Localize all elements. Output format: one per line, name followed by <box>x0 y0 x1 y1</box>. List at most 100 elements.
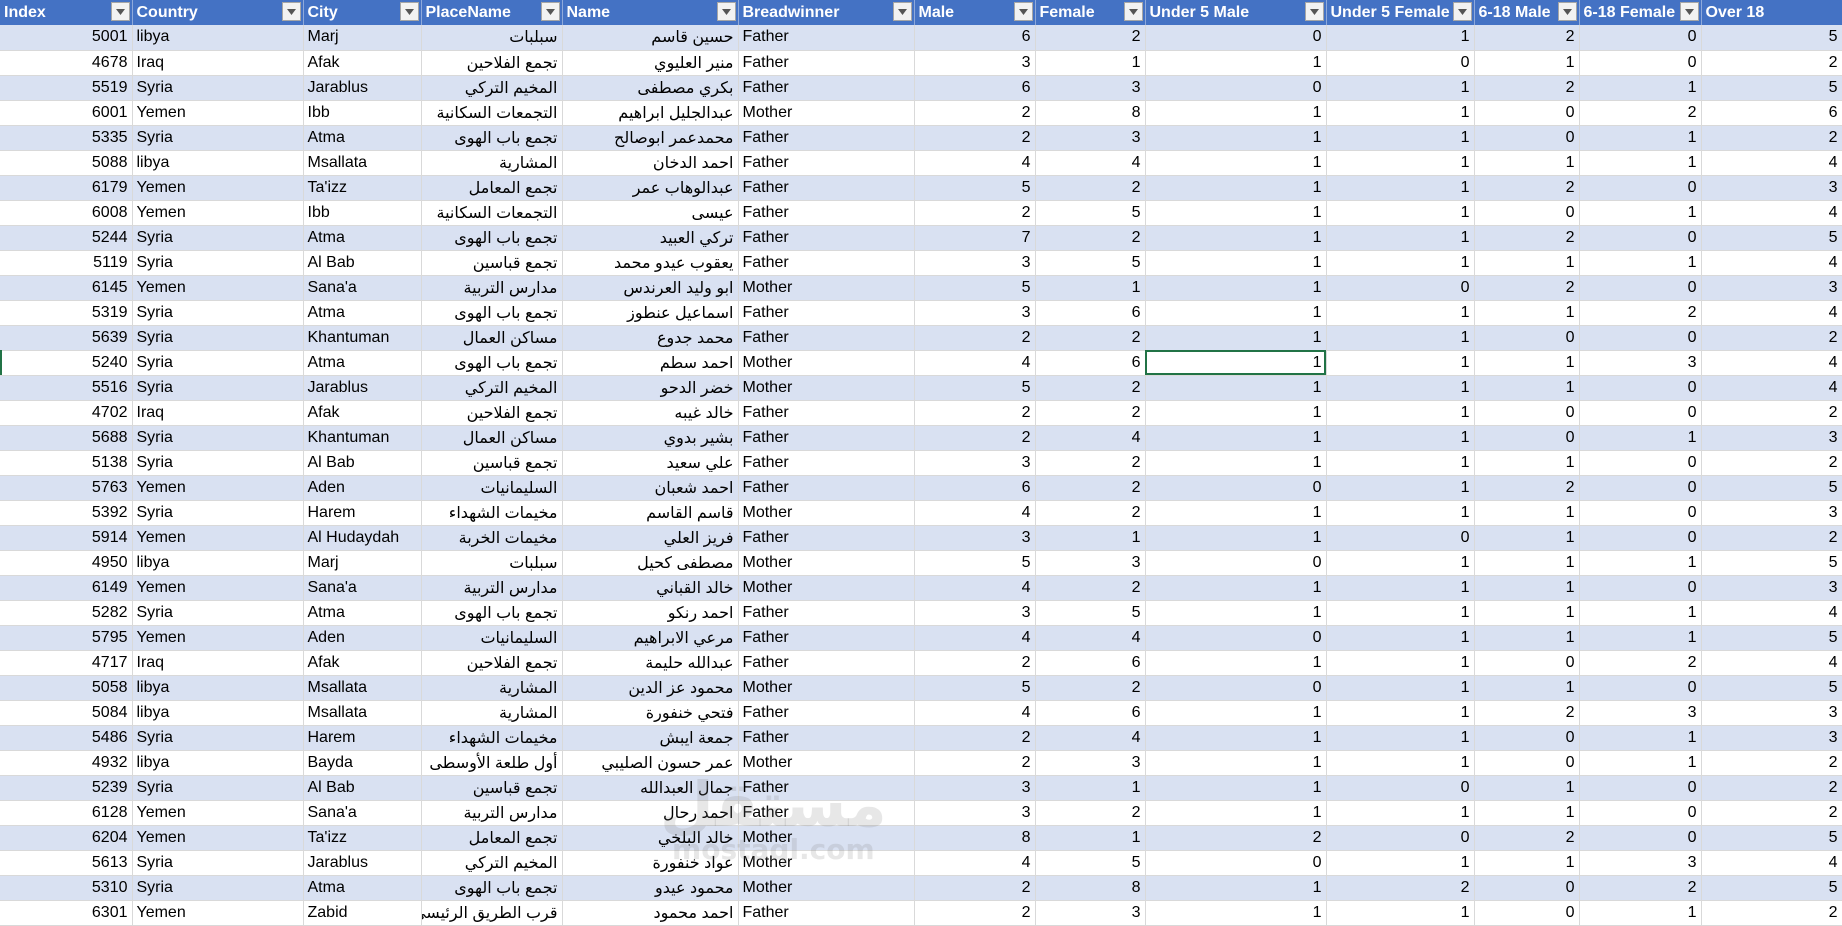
cell-city[interactable]: Afak <box>303 650 422 676</box>
table-row[interactable]: 5119 Syria Al Bab تجمع قباسين يعقوب عيدو محم… <box>0 250 1842 276</box>
cell-index[interactable]: 5058 <box>0 675 133 701</box>
cell-placename[interactable]: تجمع باب الهوى <box>421 300 563 326</box>
cell-male[interactable]: 4 <box>914 150 1036 176</box>
cell-country[interactable]: Yemen <box>132 900 304 926</box>
cell-name[interactable]: حسين قاسم <box>562 25 739 51</box>
cell-index[interactable]: 5240 <box>0 350 133 376</box>
cell-country[interactable]: Syria <box>132 875 304 901</box>
column-header[interactable]: Female <box>1035 0 1146 25</box>
cell-city[interactable]: Sana'a <box>303 575 422 601</box>
cell-over-18[interactable]: 5 <box>1701 25 1842 51</box>
cell-city[interactable]: Sana'a <box>303 275 422 301</box>
table-row[interactable]: 5319 Syria Atma تجمع باب الهوى اسماعيل عنطوز… <box>0 300 1842 326</box>
cell-country[interactable]: Yemen <box>132 275 304 301</box>
cell-6-18-male[interactable]: 1 <box>1474 450 1580 476</box>
table-row[interactable]: 5486 Syria Harem مخيمات الشهداء جمعة ايبش Fat… <box>0 725 1842 751</box>
cell-breadwinner[interactable]: Father <box>738 150 915 176</box>
cell-over-18[interactable]: 3 <box>1701 425 1842 451</box>
cell-female[interactable]: 2 <box>1035 225 1146 251</box>
cell-city[interactable]: Sana'a <box>303 800 422 826</box>
cell-over-18[interactable]: 4 <box>1701 300 1842 326</box>
cell-breadwinner[interactable]: Mother <box>738 500 915 526</box>
cell-male[interactable]: 2 <box>914 425 1036 451</box>
cell-6-18-female[interactable]: 3 <box>1579 700 1702 726</box>
cell-under-5-female[interactable]: 1 <box>1326 700 1475 726</box>
cell-female[interactable]: 6 <box>1035 650 1146 676</box>
table-row[interactable]: 5240 Syria Atma تجمع باب الهوى احمد سطم Mothe… <box>0 350 1842 376</box>
cell-over-18[interactable]: 3 <box>1701 575 1842 601</box>
cell-over-18[interactable]: 4 <box>1701 200 1842 226</box>
cell-country[interactable]: Syria <box>132 850 304 876</box>
cell-6-18-male[interactable]: 1 <box>1474 300 1580 326</box>
cell-under-5-female[interactable]: 1 <box>1326 225 1475 251</box>
cell-under-5-female[interactable]: 1 <box>1326 250 1475 276</box>
cell-breadwinner[interactable]: Father <box>738 650 915 676</box>
cell-placename[interactable]: تجمع باب الهوى <box>421 225 563 251</box>
cell-6-18-female[interactable]: 0 <box>1579 475 1702 501</box>
cell-under-5-female[interactable]: 1 <box>1326 475 1475 501</box>
cell-index[interactable]: 6128 <box>0 800 133 826</box>
cell-6-18-male[interactable]: 1 <box>1474 375 1580 401</box>
cell-under-5-female[interactable]: 1 <box>1326 125 1475 151</box>
cell-placename[interactable]: تجمع الفلاحين <box>421 50 563 76</box>
cell-female[interactable]: 6 <box>1035 350 1146 376</box>
cell-over-18[interactable]: 2 <box>1701 775 1842 801</box>
cell-under-5-male[interactable]: 1 <box>1145 700 1327 726</box>
table-row[interactable]: 5282 Syria Atma تجمع باب الهوى احمد رنكو Fath… <box>0 600 1842 626</box>
cell-placename[interactable]: السليمانيات <box>421 475 563 501</box>
cell-under-5-male[interactable]: 1 <box>1145 50 1327 76</box>
cell-city[interactable]: Khantuman <box>303 425 422 451</box>
cell-over-18[interactable]: 3 <box>1701 500 1842 526</box>
cell-over-18[interactable]: 2 <box>1701 325 1842 351</box>
cell-6-18-male[interactable]: 0 <box>1474 325 1580 351</box>
cell-6-18-male[interactable]: 2 <box>1474 225 1580 251</box>
cell-under-5-male[interactable]: 1 <box>1145 225 1327 251</box>
cell-placename[interactable]: تجمع المعامل <box>421 825 563 851</box>
cell-breadwinner[interactable]: Mother <box>738 100 915 126</box>
cell-breadwinner[interactable]: Father <box>738 625 915 651</box>
cell-over-18[interactable]: 3 <box>1701 700 1842 726</box>
cell-under-5-male[interactable]: 1 <box>1145 125 1327 151</box>
cell-name[interactable]: فريز العلي <box>562 525 739 551</box>
table-row[interactable]: 5239 Syria Al Bab تجمع قباسين جمال العبدالله… <box>0 775 1842 801</box>
cell-male[interactable]: 2 <box>914 200 1036 226</box>
cell-6-18-male[interactable]: 2 <box>1474 475 1580 501</box>
cell-city[interactable]: Msallata <box>303 675 422 701</box>
cell-placename[interactable]: مساكن العمال <box>421 425 563 451</box>
cell-female[interactable]: 6 <box>1035 700 1146 726</box>
cell-under-5-male[interactable]: 1 <box>1145 300 1327 326</box>
cell-6-18-female[interactable]: 1 <box>1579 125 1702 151</box>
table-row[interactable]: 4678 Iraq Afak تجمع الفلاحين منير العليوي Fat… <box>0 50 1842 76</box>
cell-placename[interactable]: مدارس التربية <box>421 575 563 601</box>
cell-6-18-female[interactable]: 0 <box>1579 450 1702 476</box>
cell-name[interactable]: محمود عز الدين <box>562 675 739 701</box>
cell-male[interactable]: 2 <box>914 750 1036 776</box>
cell-under-5-female[interactable]: 1 <box>1326 150 1475 176</box>
cell-6-18-male[interactable]: 1 <box>1474 850 1580 876</box>
cell-6-18-male[interactable]: 1 <box>1474 800 1580 826</box>
cell-male[interactable]: 2 <box>914 650 1036 676</box>
cell-6-18-female[interactable]: 0 <box>1579 575 1702 601</box>
table-row[interactable]: 5088 libya Msallata المشارية احمد الدخان Fath… <box>0 150 1842 176</box>
cell-6-18-female[interactable]: 2 <box>1579 650 1702 676</box>
cell-6-18-female[interactable]: 0 <box>1579 25 1702 51</box>
cell-breadwinner[interactable]: Mother <box>738 875 915 901</box>
cell-breadwinner[interactable]: Father <box>738 200 915 226</box>
cell-6-18-female[interactable]: 1 <box>1579 600 1702 626</box>
cell-6-18-female[interactable]: 2 <box>1579 300 1702 326</box>
cell-over-18[interactable]: 4 <box>1701 150 1842 176</box>
cell-country[interactable]: Iraq <box>132 50 304 76</box>
cell-placename[interactable]: السليمانيات <box>421 625 563 651</box>
cell-name[interactable]: مرعي الابراهيم <box>562 625 739 651</box>
table-row[interactable]: 5084 libya Msallata المشارية فتحي خنفورة Fath… <box>0 700 1842 726</box>
cell-6-18-female[interactable]: 1 <box>1579 750 1702 776</box>
cell-country[interactable]: Yemen <box>132 475 304 501</box>
cell-country[interactable]: Syria <box>132 250 304 276</box>
cell-index[interactable]: 5244 <box>0 225 133 251</box>
cell-city[interactable]: Zabid <box>303 900 422 926</box>
cell-country[interactable]: Iraq <box>132 650 304 676</box>
cell-over-18[interactable]: 2 <box>1701 450 1842 476</box>
cell-under-5-male[interactable]: 1 <box>1145 900 1327 926</box>
cell-6-18-female[interactable]: 3 <box>1579 850 1702 876</box>
cell-name[interactable]: جمال العبدالله <box>562 775 739 801</box>
